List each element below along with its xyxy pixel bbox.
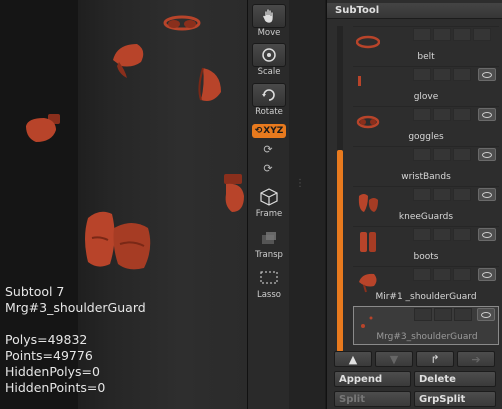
move-hand-icon — [252, 4, 286, 28]
subtool-slots — [413, 188, 471, 202]
subtool-item-glove[interactable]: glove — [353, 66, 499, 105]
subtool-name: glove — [413, 92, 439, 102]
visibility-eye-icon[interactable] — [478, 108, 496, 121]
subtool-slots — [413, 68, 471, 82]
transparency-icon — [252, 226, 286, 250]
subtool-name: belt — [417, 52, 435, 62]
subtool-item-mrg-shoulderguard-selected[interactable]: Mrg#3_shoulderGuard — [353, 306, 499, 345]
rotate-icon — [252, 83, 286, 107]
subtool-slots — [413, 28, 491, 42]
lasso-button[interactable]: Lasso — [252, 266, 286, 301]
goggles-model — [163, 15, 201, 31]
subtool-slots — [413, 228, 471, 242]
shoulder-model-a — [113, 44, 144, 78]
subtool-scroll-thumb[interactable] — [337, 150, 343, 352]
subtool-action-row: Append Delete — [334, 371, 498, 387]
subtool-item-belt[interactable]: belt — [353, 26, 499, 65]
split-button[interactable]: Split — [334, 391, 411, 407]
subtool-name: Mrg#3_shoulderGuard — [376, 332, 478, 342]
visibility-eye-icon[interactable] — [478, 268, 496, 281]
forward-arrow-icon[interactable]: ➔ — [457, 351, 495, 367]
insert-arrow-icon[interactable]: ↱ — [416, 351, 454, 367]
hiddenpolys-stat: HiddenPolys=0 — [5, 364, 100, 379]
rotate-z-icon[interactable]: ⟳ — [261, 162, 275, 176]
scale-button[interactable]: Scale — [252, 43, 286, 78]
visibility-eye-icon[interactable] — [478, 148, 496, 161]
subtool-split-row: Split GrpSplit — [334, 391, 498, 407]
move-down-arrow-icon[interactable]: ▼ — [375, 351, 413, 367]
transp-button[interactable]: Transp — [252, 226, 286, 261]
subtool-slots — [413, 108, 471, 122]
xyz-symmetry-toggle[interactable]: ⟲ XYZ — [252, 124, 286, 138]
subtool-item-boots[interactable]: boots — [353, 226, 499, 265]
shoulderguard-thumb — [359, 273, 377, 293]
belt-thumb — [356, 35, 380, 49]
move-up-arrow-icon[interactable]: ▲ — [334, 351, 372, 367]
xyz-rotate-icon: ⟲ — [254, 126, 263, 136]
model-info: Subtool 7 Mrg#3_shoulderGuard Polys=4983… — [5, 284, 146, 396]
frame-button[interactable]: Frame — [252, 185, 286, 220]
scale-icon — [252, 43, 286, 67]
boots-thumb — [360, 232, 376, 252]
subtool-slots — [414, 308, 472, 322]
kneeguard-model — [85, 211, 151, 270]
frame-cube-icon — [252, 185, 286, 209]
delete-button[interactable]: Delete — [414, 371, 496, 387]
subtool-name-text: Mrg#3_shoulderGuard — [5, 300, 146, 315]
shoulder-model-b — [198, 67, 221, 101]
subtool-name: kneeGuards — [398, 212, 454, 222]
glove-model-right — [224, 174, 244, 212]
hiddenpoints-stat: HiddenPoints=0 — [5, 380, 106, 395]
subtool-panel: SubTool belt glove goggles wristBands kn… — [326, 0, 502, 409]
rotate-y-icon[interactable]: ⟳ — [261, 143, 275, 157]
subtool-item-goggles[interactable]: goggles — [353, 106, 499, 145]
subtool-name: goggles — [408, 132, 444, 142]
goggles-thumb — [356, 115, 380, 129]
subtool-arrow-row: ▲ ▼ ↱ ➔ — [334, 351, 498, 367]
kneeguards-thumb — [358, 194, 378, 212]
merged-thumb — [361, 316, 373, 328]
subtool-index-text: Subtool 7 — [5, 284, 65, 299]
subtool-item-mir-shoulderguard[interactable]: Mir#1 _shoulderGuard — [353, 266, 499, 305]
panel-title[interactable]: SubTool — [327, 3, 502, 19]
subtool-name: wristBands — [401, 172, 451, 182]
visibility-eye-icon[interactable] — [477, 308, 495, 321]
subtool-item-wristbands[interactable]: wristBands — [353, 146, 499, 185]
rotate-button[interactable]: Rotate — [252, 83, 286, 118]
subtool-slots — [413, 268, 471, 282]
subtool-name: boots — [413, 252, 439, 262]
subtool-name: Mir#1 _shoulderGuard — [375, 292, 477, 302]
visibility-eye-icon[interactable] — [478, 68, 496, 81]
grpsplit-button[interactable]: GrpSplit — [414, 391, 496, 407]
glove-model-left — [26, 114, 60, 142]
glove-thumb — [358, 76, 361, 86]
panel-divider[interactable]: ⋮ — [289, 0, 325, 409]
3d-viewport[interactable]: Subtool 7 Mrg#3_shoulderGuard Polys=4983… — [0, 0, 247, 409]
visibility-eye-icon[interactable] — [478, 188, 496, 201]
subtool-item-kneeguards[interactable]: kneeGuards — [353, 186, 499, 225]
polys-stat: Polys=49832 — [5, 332, 88, 347]
append-button[interactable]: Append — [334, 371, 411, 387]
subtool-slots — [413, 148, 471, 162]
transform-toolbar: Move Scale Rotate ⟲ XYZ ⟳ ⟳ Frame Transp … — [247, 0, 289, 409]
lasso-icon — [252, 266, 286, 290]
move-button[interactable]: Move — [252, 4, 286, 39]
divider-grip-icon: ⋮ — [295, 178, 305, 189]
points-stat: Points=49776 — [5, 348, 93, 363]
visibility-eye-icon[interactable] — [478, 228, 496, 241]
